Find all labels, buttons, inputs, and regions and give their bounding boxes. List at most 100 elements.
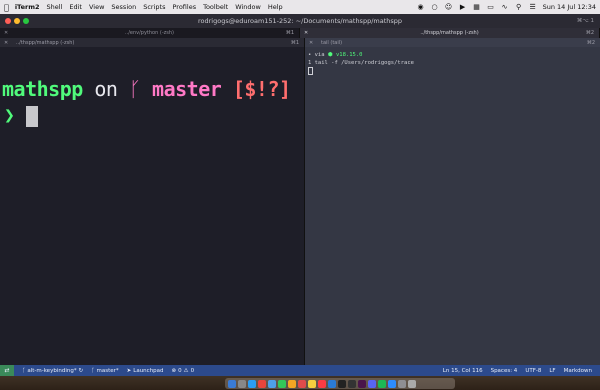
prompt-symbol: ❯: [4, 105, 15, 126]
window-titlebar[interactable]: rodrigogs@eduroam151-252: ~/Documents/ma…: [0, 14, 600, 28]
mail-icon[interactable]: [268, 379, 276, 388]
left-pane-shortcut: ⌘1: [290, 39, 299, 46]
terminal-window: rodrigogs@eduroam151-252: ~/Documents/ma…: [0, 14, 600, 376]
right-pane-titlebar[interactable]: ✕ tail (tail) ⌘2: [305, 38, 600, 47]
circle-icon[interactable]: ○: [431, 3, 439, 11]
messages-icon[interactable]: [278, 379, 286, 388]
menu-profiles[interactable]: Profiles: [172, 3, 196, 11]
error-count: 0: [178, 367, 182, 374]
right-pane-shortcut: ⌘2: [586, 39, 595, 46]
launchpad-icon[interactable]: [238, 379, 246, 388]
iterm-icon[interactable]: [338, 379, 346, 388]
grid-icon[interactable]: ▦: [473, 3, 481, 11]
record-icon[interactable]: ◉: [417, 3, 425, 11]
status-problems[interactable]: ⊗ 0 ⚠ 0: [172, 368, 195, 374]
menu-window[interactable]: Window: [235, 3, 261, 11]
close-window-button[interactable]: [5, 18, 11, 24]
status-git-branch-label: master*: [96, 367, 119, 374]
close-pane-icon[interactable]: ✕: [4, 40, 8, 46]
dock: [0, 376, 600, 390]
safari-icon[interactable]: [248, 379, 256, 388]
status-right-group: Ln 15, Col 116 Spaces: 4 UTF-8 LF Markdo…: [443, 368, 600, 374]
encoding[interactable]: UTF-8: [525, 368, 541, 374]
right-terminal-output: • via ⬢ v18.15.0 1 tail -f /Users/rodrig…: [308, 52, 414, 76]
close-tab-icon[interactable]: ✕: [4, 30, 8, 36]
menu-app-name[interactable]: iTerm2: [15, 3, 40, 11]
sync-icon[interactable]: ↻: [79, 368, 84, 374]
right-terminal-pane[interactable]: ✕ tail (tail) ⌘2 • via ⬢ v18.15.0 1 tail…: [305, 38, 600, 376]
rocket-icon: ➤: [126, 367, 132, 374]
menubar-clock[interactable]: Sun 14 Jul 12:34: [543, 3, 596, 11]
menu-view[interactable]: View: [89, 3, 104, 11]
trash-icon[interactable]: [408, 379, 416, 388]
menubar-status-area: ◉ ○ ☺ ▶ ▦ ▭ ∿ ⚲ ☰ Sun 14 Jul 12:34: [417, 3, 596, 11]
window-title: rodrigogs@eduroam151-252: ~/Documents/ma…: [197, 17, 403, 25]
menu-toolbelt[interactable]: Toolbelt: [203, 3, 228, 11]
terminal-cursor[interactable]: [26, 106, 38, 127]
window-controls: [0, 18, 29, 24]
menu-scripts[interactable]: Scripts: [143, 3, 165, 11]
right-terminal-cursor[interactable]: [308, 67, 313, 75]
window-shortcut: ⌘⌥ 1: [576, 18, 594, 24]
discord-icon[interactable]: [368, 379, 376, 388]
warning-count: 0: [190, 367, 195, 374]
status-bar: ⇄ ᚴ alt-m-keybinding* ↻ ᚴ master* ➤ Laun…: [0, 365, 600, 376]
git-icon: ᚴ: [91, 367, 95, 374]
tab-mathspp[interactable]: ✕ ../thspp/mathspp (-zsh) ⌘2: [300, 28, 600, 38]
play-icon[interactable]: ▶: [459, 3, 467, 11]
node-version-line: • via ⬢ v18.15.0: [308, 52, 414, 60]
slack-icon[interactable]: [358, 379, 366, 388]
control-center-icon[interactable]: ☰: [529, 3, 537, 11]
prompt-on-text: on: [94, 77, 118, 101]
menu-help[interactable]: Help: [268, 3, 283, 11]
tab-shortcut: ⌘2: [585, 30, 594, 36]
menu-shell[interactable]: Shell: [47, 3, 63, 11]
status-branch[interactable]: ᚴ alt-m-keybinding* ↻: [22, 368, 83, 374]
prompt-git-branch: master: [152, 77, 222, 101]
right-pane-title: tail (tail): [321, 39, 343, 46]
finder-icon[interactable]: [228, 379, 236, 388]
prompt-directory: mathspp: [2, 77, 83, 101]
tail-command-line: 1 tail -f /Users/rodrigogs/trace: [308, 59, 414, 66]
left-pane-titlebar[interactable]: ✕ ../thspp/mathspp (-zsh) ⌘1: [0, 38, 304, 47]
shell-prompt: mathspp on ᚴ master [$!?]: [2, 77, 291, 101]
maximize-window-button[interactable]: [23, 18, 29, 24]
zoom-icon[interactable]: [388, 379, 396, 388]
close-pane-icon[interactable]: ✕: [309, 40, 313, 46]
branch-icon: ᚴ: [22, 367, 26, 374]
status-launchpad[interactable]: ➤ Launchpad: [127, 368, 164, 374]
remote-icon[interactable]: ⇄: [0, 365, 14, 376]
battery-icon[interactable]: ▭: [487, 3, 495, 11]
terminal-icon[interactable]: [348, 379, 356, 388]
menu-session[interactable]: Session: [111, 3, 136, 11]
status-launchpad-label: Launchpad: [133, 367, 164, 374]
cursor-position[interactable]: Ln 15, Col 116: [443, 368, 483, 374]
split-panes: ✕ ../thspp/mathspp (-zsh) ⌘1 mathspp on …: [0, 38, 600, 376]
spotify-icon[interactable]: [378, 379, 386, 388]
left-terminal-pane[interactable]: ✕ ../thspp/mathspp (-zsh) ⌘1 mathspp on …: [0, 38, 305, 376]
search-icon[interactable]: ⚲: [515, 3, 523, 11]
tab-python[interactable]: ✕ ../env/python (-zsh) ⌘1: [0, 28, 300, 38]
settings-icon[interactable]: [398, 379, 406, 388]
chrome-icon[interactable]: [258, 379, 266, 388]
music-icon[interactable]: [318, 379, 326, 388]
status-git-branch[interactable]: ᚴ master*: [91, 368, 118, 374]
menu-edit[interactable]: Edit: [69, 3, 82, 11]
face-icon[interactable]: ☺: [445, 3, 453, 11]
wifi-icon[interactable]: ∿: [501, 3, 509, 11]
tab-label: ../thspp/mathspp (-zsh): [420, 30, 479, 36]
line-ending[interactable]: LF: [549, 368, 555, 374]
git-branch-icon: ᚴ: [128, 77, 141, 101]
vscode-icon[interactable]: [328, 379, 336, 388]
calendar-icon[interactable]: [298, 379, 306, 388]
close-tab-icon[interactable]: ✕: [304, 30, 308, 36]
apple-icon[interactable]: : [4, 3, 9, 12]
minimize-window-button[interactable]: [14, 18, 20, 24]
language-mode[interactable]: Markdown: [564, 368, 592, 374]
tab-bar: ✕ ../env/python (-zsh) ⌘1 ✕ ../thspp/mat…: [0, 28, 600, 38]
photos-icon[interactable]: [288, 379, 296, 388]
warning-icon: ⚠: [183, 367, 189, 374]
indentation[interactable]: Spaces: 4: [491, 368, 518, 374]
notes-icon[interactable]: [308, 379, 316, 388]
menubar:  iTerm2 Shell Edit View Session Scripts…: [0, 0, 600, 14]
